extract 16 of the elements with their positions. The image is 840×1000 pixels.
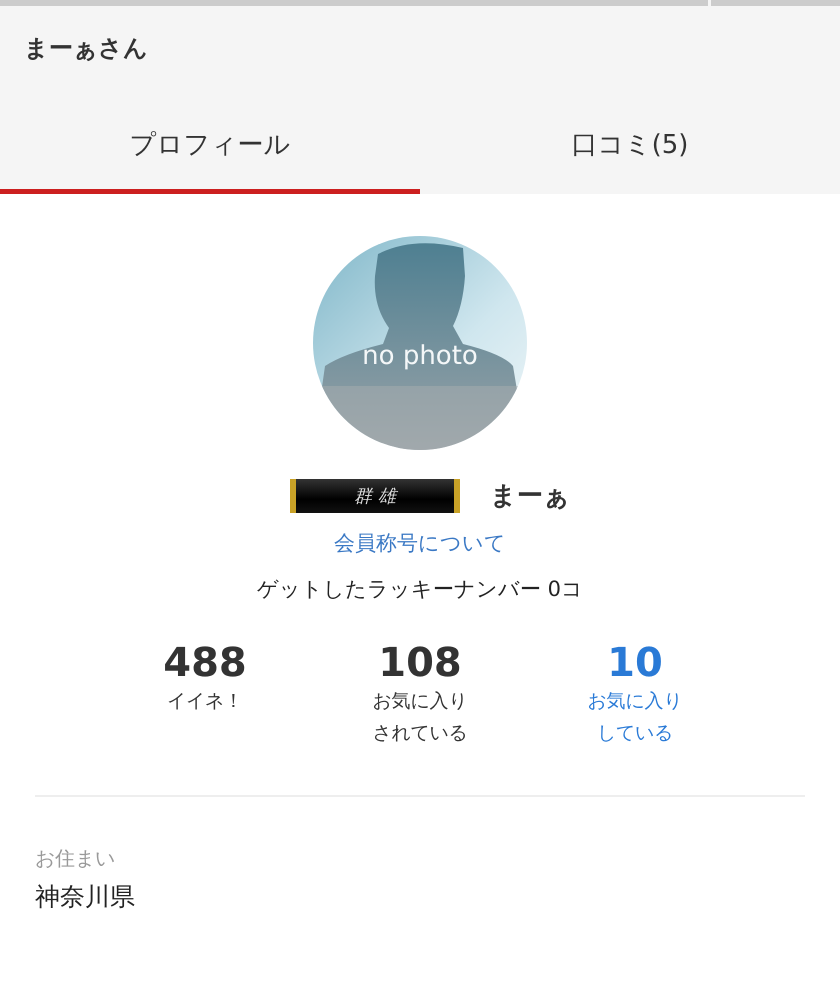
lucky-number-count: ゲットしたラッキーナンバー 0コ <box>256 576 584 603</box>
stat-value[interactable]: 10 <box>607 641 663 685</box>
tab[interactable]: 口コミ(5) <box>420 96 840 194</box>
stat-label[interactable]: お気に入りしている <box>586 685 684 749</box>
rank-badge: 群 雄 <box>290 478 460 512</box>
field-label: お住まい <box>35 845 116 872</box>
stat-value: 108 <box>378 641 462 685</box>
stat-label: イイネ！ <box>167 689 243 714</box>
tab[interactable]: プロフィール <box>0 96 420 194</box>
stat-label: お気に入りされている <box>371 689 468 746</box>
user-name: まーぁ <box>490 480 570 513</box>
avatar-caption: no photo <box>361 342 479 371</box>
page-title: まーぁさん <box>23 33 149 64</box>
rank-link[interactable]: 会員称号について <box>334 529 506 557</box>
stat-value: 488 <box>163 641 247 685</box>
field-value: 神奈川県 <box>35 881 136 913</box>
